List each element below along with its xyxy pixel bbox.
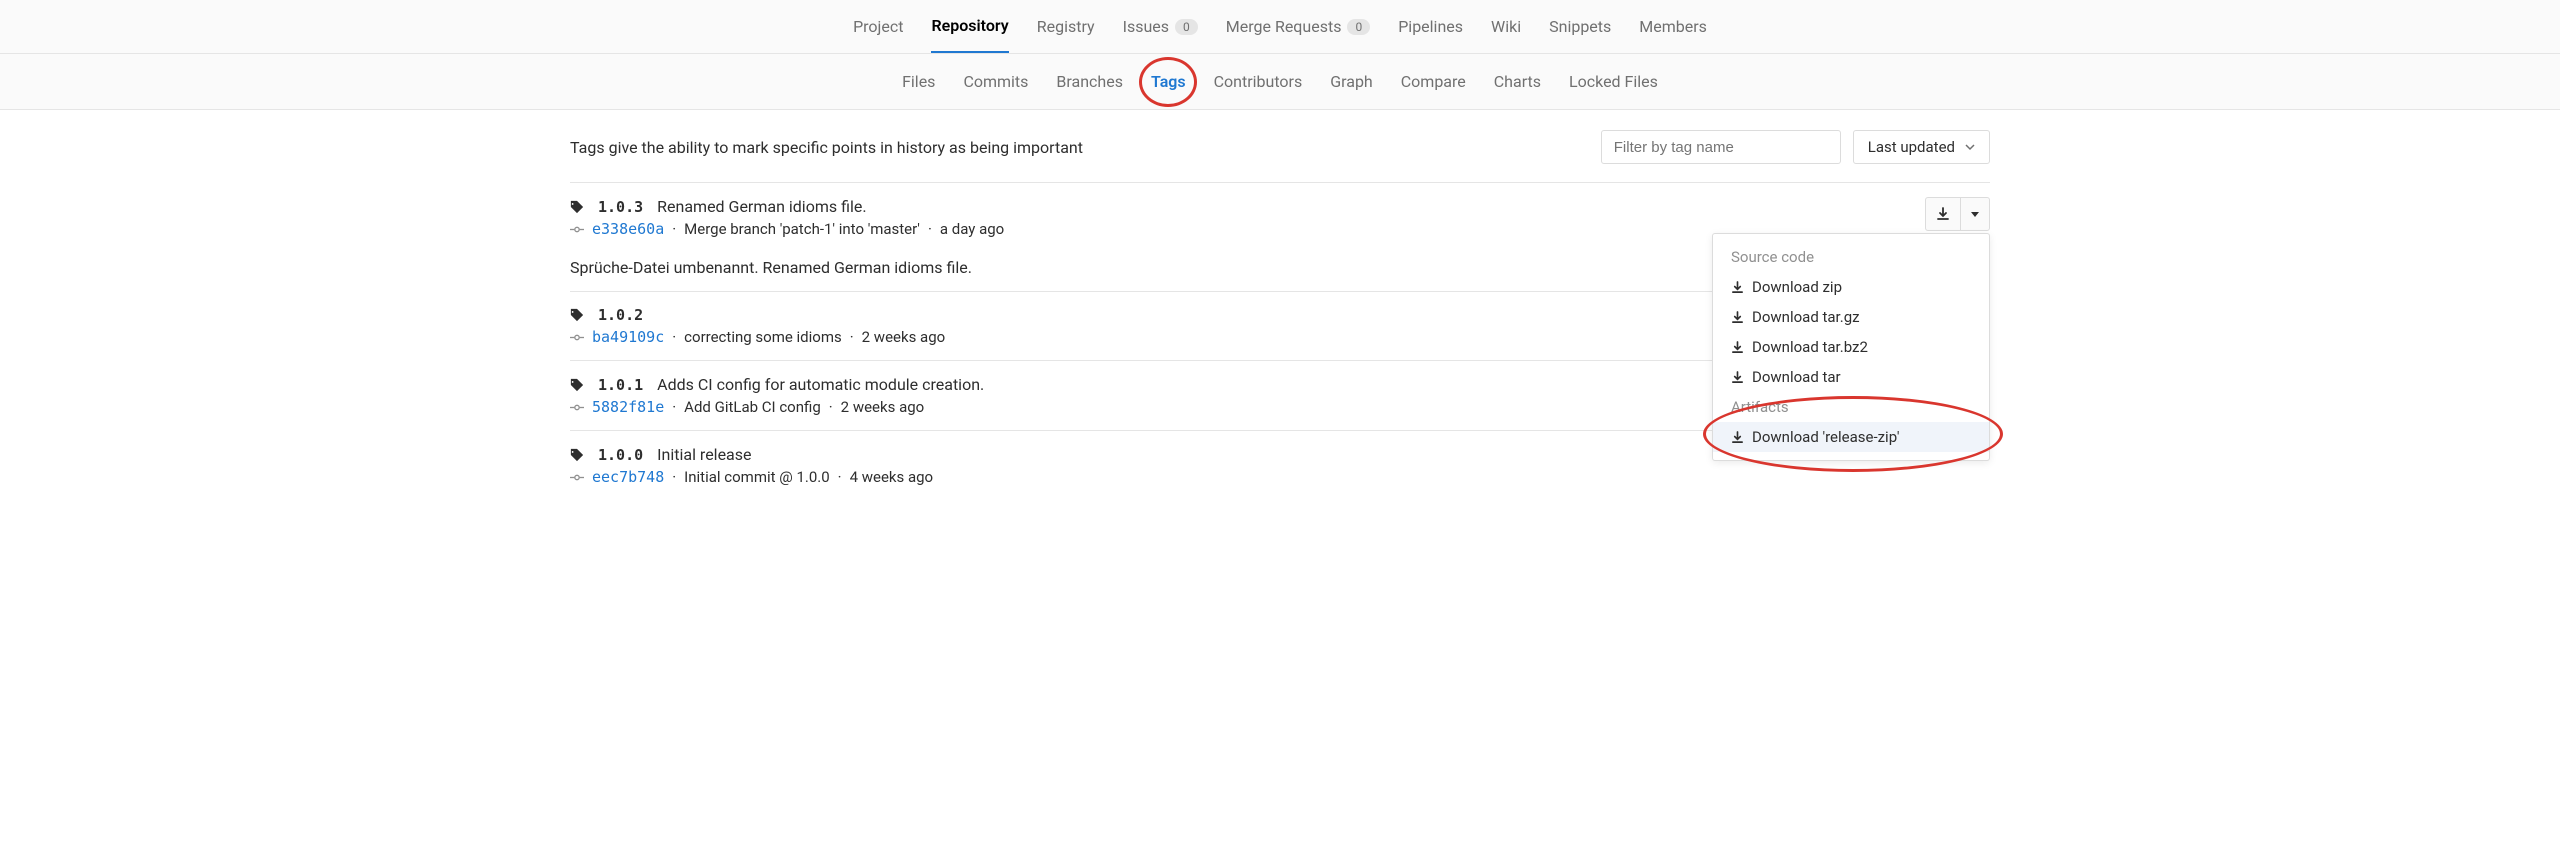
separator: · [838,468,842,486]
separator: · [672,328,676,346]
top-navigation: Project Repository Registry Issues 0 Mer… [0,0,2560,54]
tag-name[interactable]: 1.0.0 [598,446,643,464]
commit-message: Merge branch 'patch-1' into 'master' [684,220,920,238]
download-dropdown-menu: Source code Download zip Download tar.gz… [1712,233,1990,461]
tag-title: Adds CI config for automatic module crea… [657,375,984,394]
sort-dropdown[interactable]: Last updated [1853,130,1990,164]
commit-sha[interactable]: eec7b748 [592,468,664,486]
page-description: Tags give the ability to mark specific p… [570,138,1083,157]
commit-icon [570,404,584,411]
tag-name[interactable]: 1.0.3 [598,198,643,216]
sort-label: Last updated [1868,138,1955,156]
tag-title: Initial release [657,445,751,464]
nav-wiki[interactable]: Wiki [1491,0,1521,53]
tag-name[interactable]: 1.0.2 [598,306,643,324]
tag-icon [570,378,584,392]
download-icon [1731,371,1744,384]
subnav-branches[interactable]: Branches [1056,72,1123,91]
download-icon [1731,281,1744,294]
nav-issues[interactable]: Issues 0 [1123,0,1198,53]
separator: · [928,220,932,238]
subnav-locked-files[interactable]: Locked Files [1569,72,1658,91]
tag-icon [570,448,584,462]
commit-time: a day ago [940,220,1004,238]
caret-down-icon [1971,212,1979,217]
subnav-graph[interactable]: Graph [1330,72,1373,91]
commit-message: correcting some idioms [684,328,842,346]
tag-icon [570,200,584,214]
nav-members[interactable]: Members [1639,0,1707,53]
commit-message: Add GitLab CI config [684,398,821,416]
filter-input[interactable] [1601,130,1841,164]
tag-name[interactable]: 1.0.1 [598,376,643,394]
subnav-contributors[interactable]: Contributors [1214,72,1303,91]
nav-registry[interactable]: Registry [1037,0,1095,53]
tag-icon [570,308,584,322]
nav-repository[interactable]: Repository [931,0,1008,53]
commit-time: 2 weeks ago [862,328,946,346]
download-icon [1731,431,1744,444]
commit-icon [570,226,584,233]
commit-message: Initial commit @ 1.0.0 [684,468,829,486]
subnav-compare[interactable]: Compare [1401,72,1466,91]
commit-sha[interactable]: e338e60a [592,220,664,238]
issues-count-badge: 0 [1175,19,1198,35]
separator: · [672,468,676,486]
separator: · [672,220,676,238]
dropdown-item-release-zip[interactable]: Download 'release-zip' [1713,422,1989,452]
separator: · [672,398,676,416]
nav-pipelines[interactable]: Pipelines [1398,0,1463,53]
commit-sha[interactable]: 5882f81e [592,398,664,416]
commit-time: 2 weeks ago [841,398,925,416]
download-icon [1731,311,1744,324]
dropdown-header-source: Source code [1713,242,1989,272]
mr-count-badge: 0 [1347,19,1370,35]
download-icon-part[interactable] [1926,198,1960,230]
subnav-charts[interactable]: Charts [1494,72,1541,91]
separator: · [829,398,833,416]
separator: · [850,328,854,346]
subnav-commits[interactable]: Commits [963,72,1028,91]
commit-sha[interactable]: ba49109c [592,328,664,346]
commit-icon [570,474,584,481]
commit-time: 4 weeks ago [850,468,934,486]
commit-icon [570,334,584,341]
dropdown-item-zip[interactable]: Download zip [1713,272,1989,302]
dropdown-item-tarbz2[interactable]: Download tar.bz2 [1713,332,1989,362]
nav-project[interactable]: Project [853,0,903,53]
content-area: Tags give the ability to mark specific p… [500,110,2060,520]
tag-title: Renamed German idioms file. [657,197,866,216]
dropdown-item-tar[interactable]: Download tar [1713,362,1989,392]
nav-snippets[interactable]: Snippets [1549,0,1611,53]
subnav-files[interactable]: Files [902,72,935,91]
header-row: Tags give the ability to mark specific p… [570,130,1990,164]
nav-merge-requests[interactable]: Merge Requests 0 [1226,0,1370,53]
download-icon [1936,207,1950,221]
download-caret-part[interactable] [1960,198,1989,230]
sub-navigation: Files Commits Branches Tags Contributors… [0,54,2560,110]
download-icon [1731,341,1744,354]
download-button[interactable] [1925,197,1990,231]
dropdown-item-targz[interactable]: Download tar.gz [1713,302,1989,332]
dropdown-header-artifacts: Artifacts [1713,392,1989,422]
tag-block: 1.0.3 Renamed German idioms file. e338e6… [570,182,1990,291]
subnav-tags[interactable]: Tags [1151,72,1186,91]
header-controls: Last updated [1601,130,1990,164]
chevron-down-icon [1965,142,1975,152]
